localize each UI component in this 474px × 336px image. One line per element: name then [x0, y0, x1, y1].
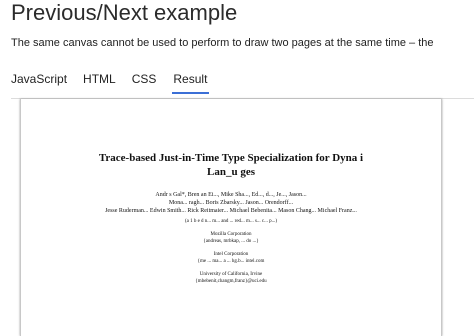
paper-title-line-1: Trace-based Just-in-Time Type Specializa… [98, 152, 364, 164]
affiliation-line-4: Intel Corporation [213, 252, 249, 257]
tab-bar: JavaScript HTML CSS Result [11, 70, 225, 98]
tab-javascript[interactable]: JavaScript [11, 70, 67, 94]
author-line-3: Jesse Ruderman... Edwin Smith... Rick Re… [105, 208, 357, 214]
affiliation-line-3: {andreas, mrbkap, ... do ...} [203, 239, 259, 244]
affiliation-line-6: University of California, Irvine [199, 272, 263, 277]
tab-html[interactable]: HTML [83, 70, 116, 94]
result-canvas-frame[interactable]: Trace-based Just-in-Time Type Specializa… [20, 99, 442, 336]
rendered-pdf-page: Trace-based Just-in-Time Type Specializa… [49, 137, 413, 285]
page-title: Previous/Next example [11, 0, 238, 25]
author-line-2: Mona... ragh... Boris Zbarsky... Jason..… [168, 200, 294, 206]
affiliation-line-5: {me ... ma... a ... hg.b... intel.com [197, 259, 265, 264]
affiliation-line-7: {mbebenit,changm,franz}@uci.edu [195, 279, 267, 284]
paper-title-line-2: Lan_u ges [207, 166, 255, 178]
affiliation-line-2: Mozilla Corporation [210, 232, 252, 237]
affiliation-line-1: (a 1 b e d n... m... and ... red... m...… [184, 219, 278, 224]
tab-css[interactable]: CSS [132, 70, 157, 94]
tab-result[interactable]: Result [172, 70, 210, 94]
author-line-1: Andr s Gal*, Bren an Ei..., Mike Sha...,… [155, 192, 307, 198]
intro-text: The same canvas cannot be used to perfor… [11, 37, 434, 49]
